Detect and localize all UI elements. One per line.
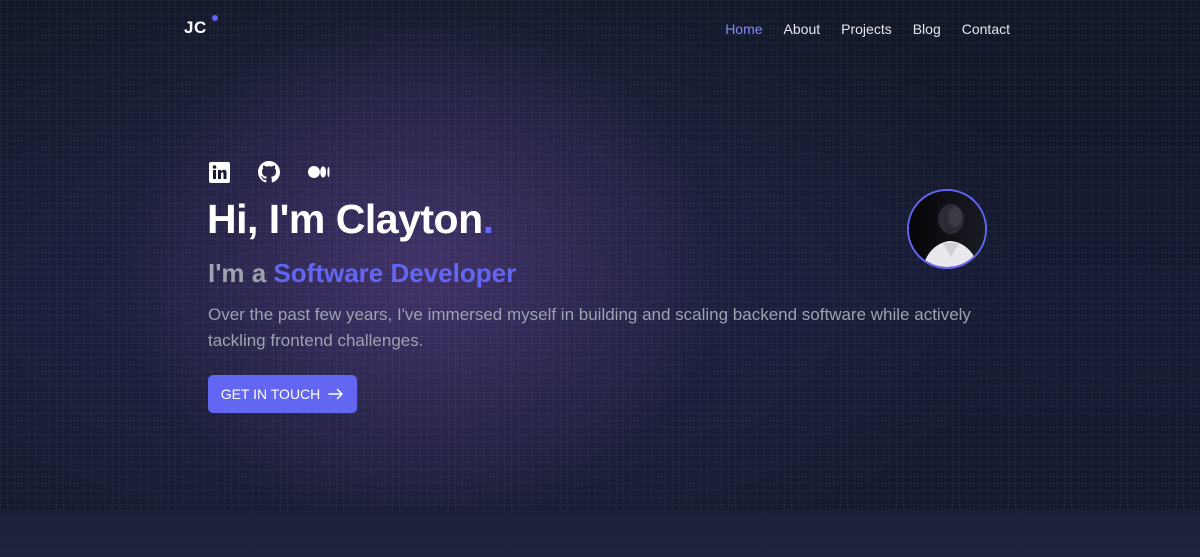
grid-pattern — [0, 0, 1200, 510]
nav-contact[interactable]: Contact — [962, 21, 1010, 37]
github-icon[interactable] — [258, 161, 280, 183]
hero-title-dot: . — [482, 196, 494, 242]
nav-home[interactable]: Home — [725, 21, 762, 37]
nav-about[interactable]: About — [784, 21, 821, 37]
nav-blog[interactable]: Blog — [913, 21, 941, 37]
avatar — [907, 189, 987, 269]
arrow-right-icon — [328, 388, 344, 400]
medium-icon[interactable] — [308, 161, 330, 183]
main-nav: Home About Projects Blog Contact — [725, 21, 1010, 37]
subtitle-prefix: I'm a — [208, 258, 274, 288]
next-section-band — [0, 510, 1200, 557]
hero-description: Over the past few years, I've immersed m… — [208, 305, 971, 350]
linkedin-icon[interactable] — [208, 161, 230, 183]
hero-greeting: Hi, I'm Clayton — [207, 196, 483, 242]
social-links — [208, 161, 330, 183]
subtitle-role: Software Developer — [273, 258, 517, 288]
get-in-touch-button[interactable]: GET IN TOUCH — [208, 375, 357, 413]
cta-label: GET IN TOUCH — [220, 386, 321, 402]
nav-projects[interactable]: Projects — [841, 21, 892, 37]
site-logo[interactable]: JC — [184, 18, 207, 38]
hero-title: Hi, I'm Clayton. — [207, 196, 494, 243]
logo-text: JC — [184, 18, 207, 37]
logo-dot — [212, 15, 218, 21]
hero-subtitle: I'm a Software Developer — [208, 258, 516, 289]
